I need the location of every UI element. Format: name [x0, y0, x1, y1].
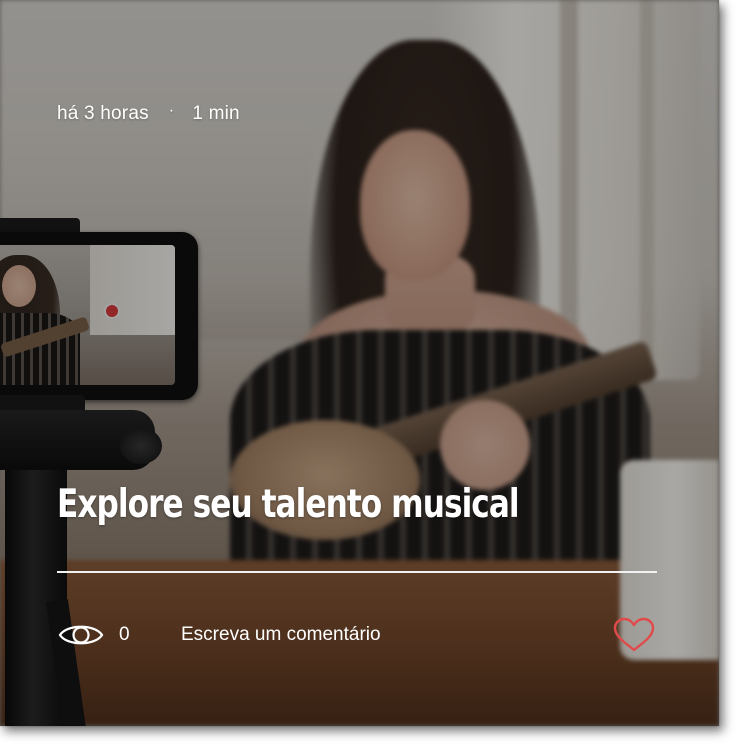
views-count: 0: [119, 624, 130, 645]
post-read-time: 1 min: [192, 103, 240, 124]
post-time-ago: há 3 horas: [57, 103, 149, 124]
meta-separator: ·: [168, 102, 175, 119]
post-stats-bar: 0 Escreva um comentário: [57, 617, 662, 653]
post-meta: há 3 horas · 1 min: [57, 102, 240, 125]
blog-post-card[interactable]: há 3 horas · 1 min Explore seu talento m…: [0, 0, 719, 726]
eye-icon: [58, 625, 104, 645]
divider: [57, 571, 657, 573]
post-title[interactable]: Explore seu talento musical: [57, 482, 520, 527]
heart-outline-icon[interactable]: [612, 617, 656, 653]
write-comment-link[interactable]: Escreva um comentário: [181, 624, 381, 646]
